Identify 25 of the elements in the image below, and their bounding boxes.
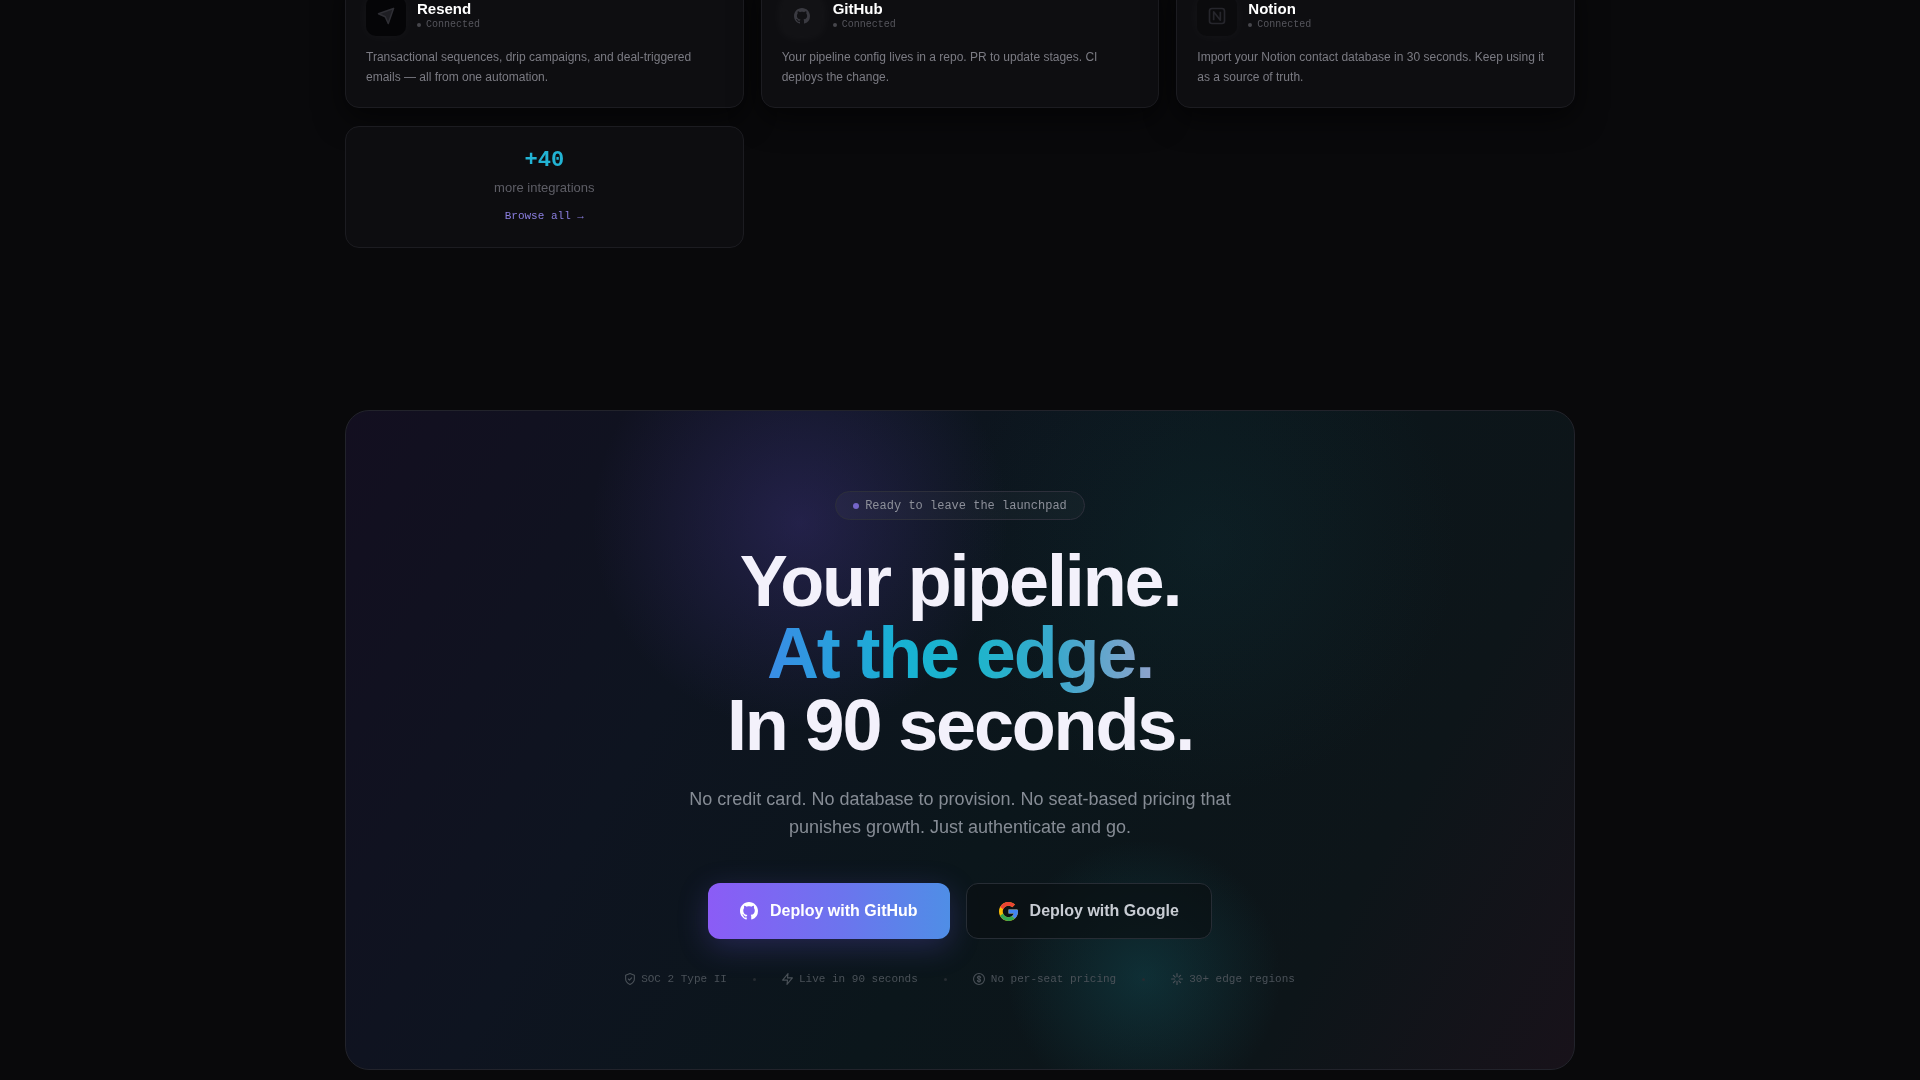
feature-label: 30+ edge regions xyxy=(1189,972,1295,987)
badge-label: Ready to leave the launchpad xyxy=(865,497,1067,514)
feature-label: Live in 90 seconds xyxy=(798,972,918,987)
shield-icon xyxy=(625,973,636,985)
dollar-icon xyxy=(972,973,985,985)
deploy-google-button[interactable]: Deploy with Google xyxy=(965,883,1212,939)
integration-status: Connected xyxy=(841,18,896,32)
integration-status: Connected xyxy=(426,18,480,32)
integration-description: Transactional sequences, drip campaigns, and deal-triggered emails — all from one automation. xyxy=(366,49,693,86)
feature-label: No per-seat pricing xyxy=(990,972,1117,987)
integration-description: Import your Notion contact database in 30 seconds. Keep using it as a source of truth. xyxy=(1197,49,1546,86)
google-icon xyxy=(998,901,1018,921)
integration-name: GitHub xyxy=(832,0,884,18)
deploy-github-button[interactable]: Deploy with GitHub xyxy=(708,883,950,939)
browse-all-link[interactable]: Browse all → xyxy=(504,208,584,224)
integration-count-label: more integrations xyxy=(494,179,595,197)
integration-count: +40 xyxy=(524,147,565,175)
github-icon xyxy=(740,902,759,920)
burst-icon xyxy=(1171,973,1184,985)
integration-description: Your pipeline config lives in a repo. PR to update stages. CI deploys the change. xyxy=(781,49,1099,86)
integration-status: Connected xyxy=(1257,18,1312,32)
integration-name: Resend xyxy=(417,0,473,18)
cta-description: No credit card. No database to provision. No seat-based pricing that punishes growth. Just authenticate and go. xyxy=(688,788,1232,839)
lightning-icon xyxy=(781,973,793,985)
integration-name: Notion xyxy=(1248,0,1297,18)
